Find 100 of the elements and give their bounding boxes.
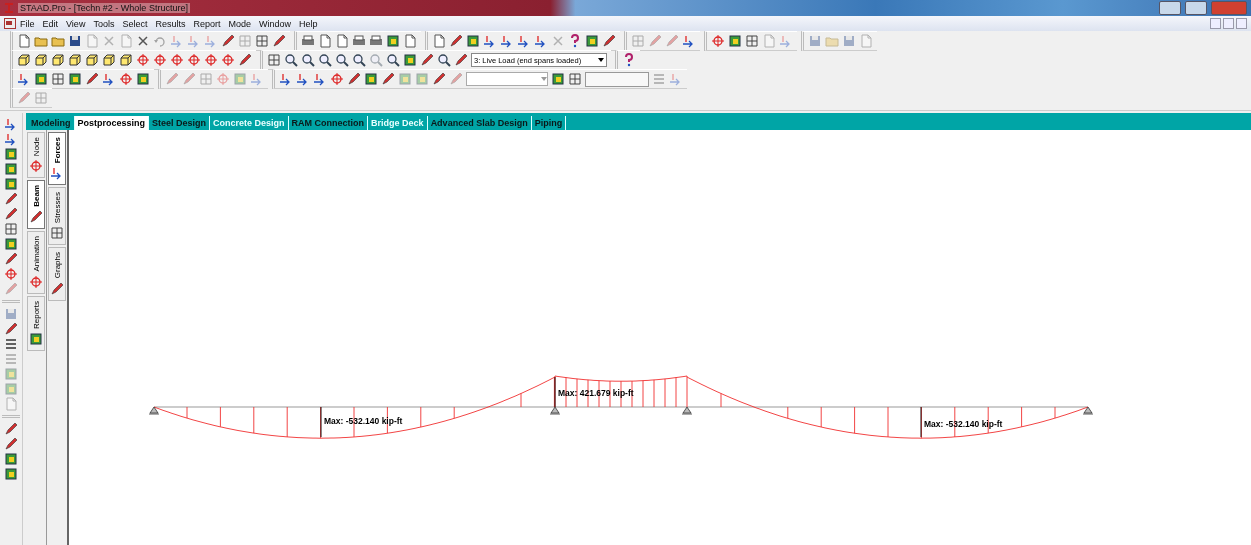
block-icon[interactable] xyxy=(551,72,565,86)
pen-icon[interactable] xyxy=(29,209,43,224)
crosshair-icon[interactable] xyxy=(330,72,344,86)
block-icon[interactable] xyxy=(4,237,18,251)
side-tab[interactable]: Beam xyxy=(27,180,45,229)
input-field[interactable] xyxy=(585,71,649,87)
cube-icon[interactable] xyxy=(68,53,82,67)
page-icon[interactable] xyxy=(335,34,349,48)
pen-icon[interactable] xyxy=(4,252,18,266)
help-icon[interactable] xyxy=(568,34,582,48)
grid-icon[interactable] xyxy=(267,53,281,67)
pen-icon[interactable] xyxy=(454,53,468,67)
pen-icon[interactable] xyxy=(4,207,18,221)
pen-icon[interactable] xyxy=(238,53,252,67)
printer-icon[interactable] xyxy=(352,34,366,48)
crosshair-icon[interactable] xyxy=(204,53,218,67)
pen-icon[interactable] xyxy=(432,72,446,86)
menu-item[interactable]: Mode xyxy=(224,18,255,29)
grid-icon[interactable] xyxy=(255,34,269,48)
menu-item[interactable]: File xyxy=(16,18,39,29)
menu-item[interactable]: Edit xyxy=(38,18,63,29)
crosshair-icon[interactable] xyxy=(170,53,184,67)
block-icon[interactable] xyxy=(403,53,417,67)
menu-item[interactable]: Window xyxy=(254,18,295,29)
side-tab[interactable]: Animation xyxy=(27,230,45,294)
mode-tab[interactable]: Steel Design xyxy=(149,116,211,130)
pen-icon[interactable] xyxy=(449,34,463,48)
pen-icon[interactable] xyxy=(347,72,361,86)
block-icon[interactable] xyxy=(4,452,18,466)
cube-icon[interactable] xyxy=(51,53,65,67)
grid-icon[interactable] xyxy=(4,222,18,236)
folder-icon[interactable] xyxy=(51,34,65,48)
bars-icon[interactable] xyxy=(4,337,18,351)
pen-icon[interactable] xyxy=(602,34,616,48)
pen-icon[interactable] xyxy=(50,281,64,296)
menu-item[interactable]: Report xyxy=(189,18,225,29)
grid-icon[interactable] xyxy=(568,72,582,86)
crosshair-icon[interactable] xyxy=(29,159,43,174)
block-icon[interactable] xyxy=(34,72,48,86)
block-icon[interactable] xyxy=(728,34,742,48)
crosshair-icon[interactable] xyxy=(153,53,167,67)
block-icon[interactable] xyxy=(4,177,18,191)
side-tab[interactable]: Node xyxy=(27,132,45,179)
side-tab[interactable]: Forces xyxy=(48,132,66,186)
side-tab[interactable]: Stresses xyxy=(48,187,66,246)
menu-item[interactable]: Tools xyxy=(89,18,119,29)
page-icon[interactable] xyxy=(432,34,446,48)
block-icon[interactable] xyxy=(68,72,82,86)
side-tab[interactable]: Reports xyxy=(27,295,45,351)
pen-icon[interactable] xyxy=(4,192,18,206)
menu-item[interactable]: Results xyxy=(151,18,190,29)
crosshair-icon[interactable] xyxy=(4,267,18,281)
cube-icon[interactable] xyxy=(17,53,31,67)
crosshair-icon[interactable] xyxy=(119,72,133,86)
page-icon[interactable] xyxy=(403,34,417,48)
magnifier-icon[interactable] xyxy=(284,53,298,67)
help-icon[interactable] xyxy=(622,53,636,67)
crosshair-icon[interactable] xyxy=(711,34,725,48)
block-icon[interactable] xyxy=(585,34,599,48)
pen-icon[interactable] xyxy=(221,34,235,48)
crosshair-icon[interactable] xyxy=(187,53,201,67)
crosshair-icon[interactable] xyxy=(29,274,43,289)
crosshair-icon[interactable] xyxy=(221,53,235,67)
maximize-button[interactable] xyxy=(1185,1,1207,15)
pen-icon[interactable] xyxy=(381,72,395,86)
side-tab[interactable]: Graphs xyxy=(48,247,66,301)
cross-icon[interactable] xyxy=(136,34,150,48)
document-icon[interactable] xyxy=(4,18,16,29)
folder-icon[interactable] xyxy=(34,34,48,48)
crosshair-icon[interactable] xyxy=(136,53,150,67)
pen-icon[interactable] xyxy=(85,72,99,86)
grid-icon[interactable] xyxy=(745,34,759,48)
grid-icon[interactable] xyxy=(50,226,64,241)
pen-icon[interactable] xyxy=(4,322,18,336)
minimize-button[interactable] xyxy=(1159,1,1181,15)
block-icon[interactable] xyxy=(136,72,150,86)
pen-icon[interactable] xyxy=(4,422,18,436)
cube-icon[interactable] xyxy=(102,53,116,67)
block-icon[interactable] xyxy=(364,72,378,86)
block-icon[interactable] xyxy=(4,147,18,161)
magnifier-icon[interactable] xyxy=(352,53,366,67)
printer-icon[interactable] xyxy=(369,34,383,48)
pen-icon[interactable] xyxy=(4,437,18,451)
printer-icon[interactable] xyxy=(301,34,315,48)
block-icon[interactable] xyxy=(386,34,400,48)
menu-item[interactable]: Select xyxy=(118,18,152,29)
magnifier-icon[interactable] xyxy=(318,53,332,67)
page-icon[interactable] xyxy=(318,34,332,48)
cube-icon[interactable] xyxy=(34,53,48,67)
pen-icon[interactable] xyxy=(272,34,286,48)
magnifier-icon[interactable] xyxy=(335,53,349,67)
menu-item[interactable]: Help xyxy=(295,18,322,29)
menu-item[interactable]: View xyxy=(62,18,90,29)
magnifier-icon[interactable] xyxy=(437,53,451,67)
block-icon[interactable] xyxy=(29,331,43,346)
page-icon[interactable] xyxy=(17,34,31,48)
block-icon[interactable] xyxy=(4,162,18,176)
mode-tab[interactable]: Postprocessing xyxy=(74,116,150,130)
magnifier-icon[interactable] xyxy=(301,53,315,67)
magnifier-icon[interactable] xyxy=(386,53,400,67)
